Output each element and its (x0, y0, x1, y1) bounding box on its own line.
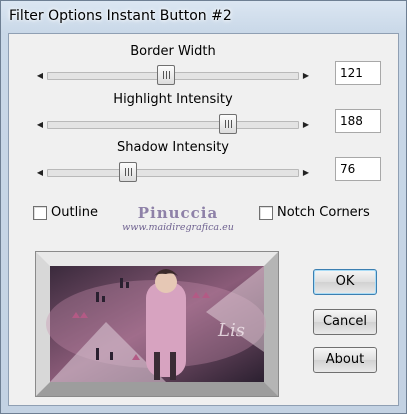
arrow-left-icon[interactable]: ◀ (33, 165, 47, 181)
title-bar[interactable]: Filter Options Instant Button #2 (1, 1, 406, 33)
dialog-window: Filter Options Instant Button #2 Border … (0, 0, 407, 414)
about-button[interactable]: About (313, 347, 377, 373)
shadow-intensity-value-field[interactable]: 76 (335, 157, 381, 181)
slider-thumb[interactable] (157, 65, 175, 85)
highlight-intensity-value-field[interactable]: 188 (335, 109, 381, 133)
notch-corners-checkbox[interactable]: Notch Corners (259, 205, 370, 220)
watermark-url: www.maidiregrafica.eu (122, 222, 234, 233)
preview-signature-mark: Lis (217, 320, 245, 341)
outline-label: Outline (51, 205, 99, 220)
cancel-button[interactable]: Cancel (313, 309, 377, 335)
watermark: Pinuccia www.maidiregrafica.eu (113, 204, 243, 233)
checkbox-box[interactable] (33, 205, 47, 220)
checkbox-box[interactable] (259, 205, 273, 220)
slider-rail (47, 121, 299, 129)
arrow-left-icon[interactable]: ◀ (33, 117, 47, 133)
slider-rail (47, 169, 299, 177)
outline-checkbox[interactable]: Outline (33, 205, 98, 220)
preview-image: Lis (35, 251, 279, 397)
slider-thumb[interactable] (119, 162, 137, 182)
border-width-slider[interactable]: ◀ ▶ (33, 65, 313, 85)
ok-button[interactable]: OK (313, 269, 377, 295)
highlight-intensity-label: Highlight Intensity (113, 92, 233, 107)
dialog-client-area: Border Width ◀ ▶ 121 Highlight Intensity… (8, 33, 399, 406)
border-width-label: Border Width (130, 44, 216, 59)
arrow-left-icon[interactable]: ◀ (33, 68, 47, 84)
window-title: Filter Options Instant Button #2 (9, 8, 232, 24)
arrow-right-icon[interactable]: ▶ (299, 117, 313, 133)
shadow-intensity-label: Shadow Intensity (116, 140, 229, 155)
slider-thumb[interactable] (219, 114, 237, 134)
preview-artwork: Lis (36, 252, 278, 396)
arrow-right-icon[interactable]: ▶ (299, 165, 313, 181)
watermark-name: Pinuccia (137, 204, 219, 222)
shadow-intensity-slider[interactable]: ◀ ▶ (33, 162, 313, 182)
highlight-intensity-slider[interactable]: ◀ ▶ (33, 114, 313, 134)
border-width-value-field[interactable]: 121 (335, 61, 381, 85)
notch-corners-label: Notch Corners (277, 205, 370, 220)
arrow-right-icon[interactable]: ▶ (299, 68, 313, 84)
